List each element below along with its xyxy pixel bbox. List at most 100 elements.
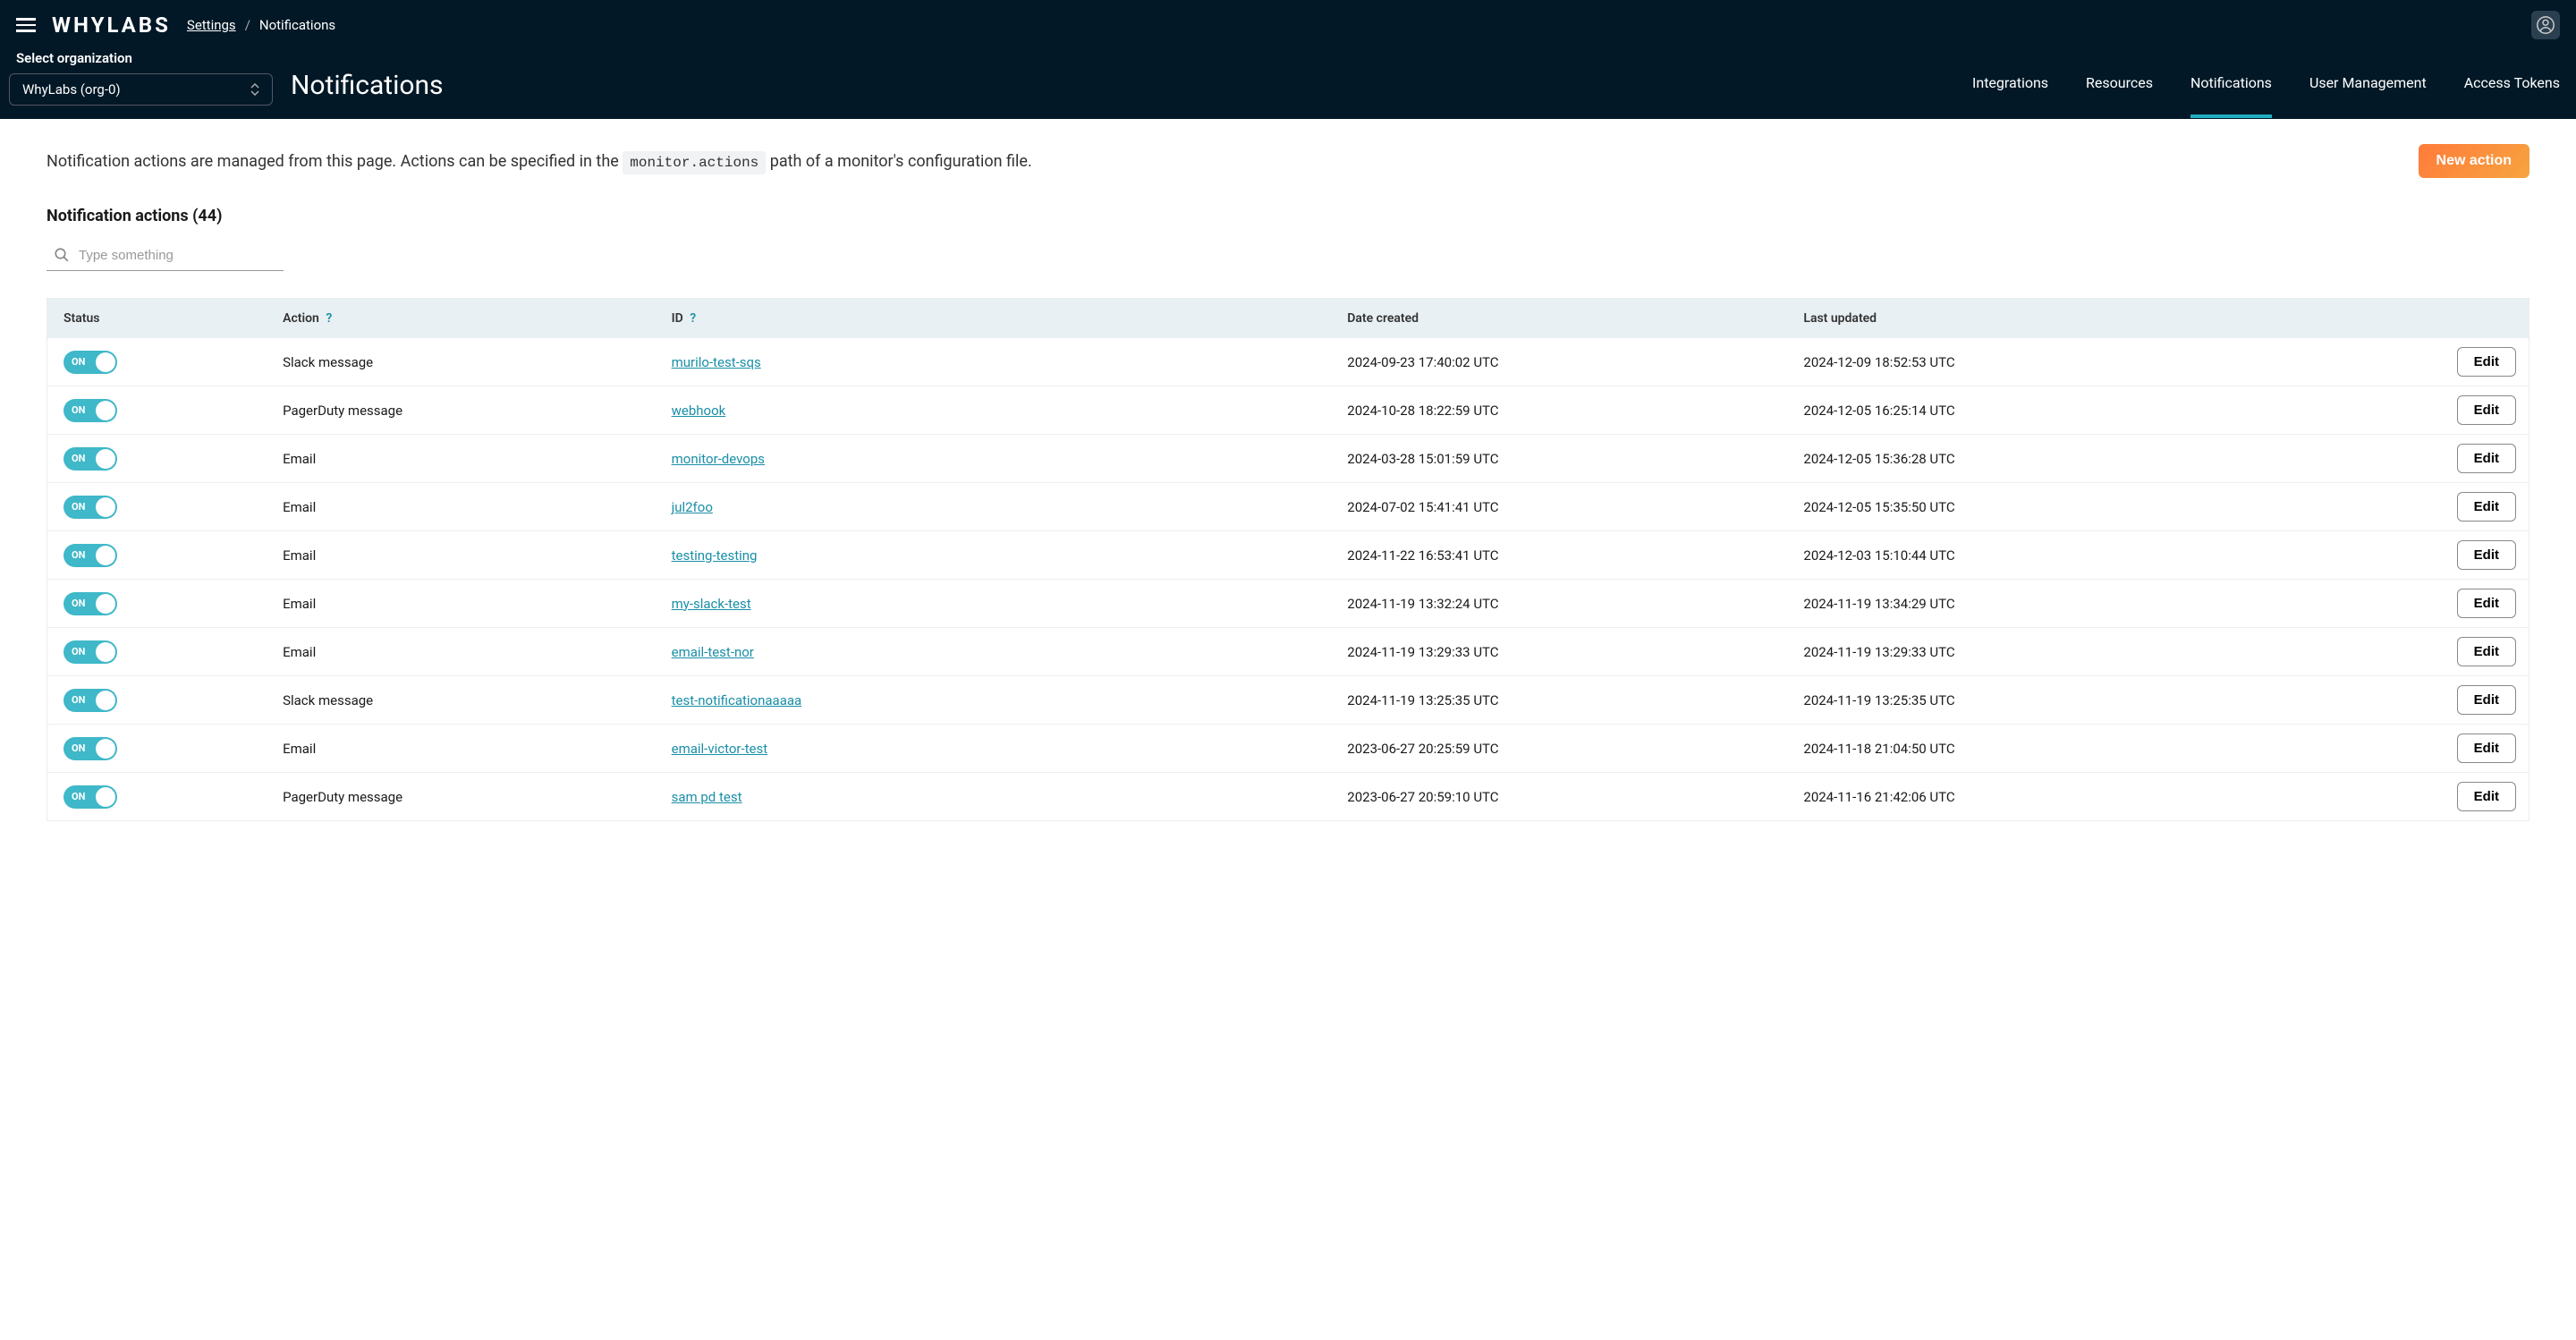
- edit-button[interactable]: Edit: [2457, 637, 2516, 666]
- id-link[interactable]: jul2foo: [672, 499, 713, 515]
- select-chevron-icon: [250, 83, 259, 96]
- nav-tabs: Integrations Resources Notifications Use…: [1972, 50, 2560, 119]
- id-link[interactable]: monitor-devops: [672, 451, 765, 467]
- edit-button[interactable]: Edit: [2457, 492, 2516, 522]
- id-link[interactable]: testing-testing: [672, 547, 758, 564]
- toggle-on-label: ON: [72, 404, 85, 416]
- id-link[interactable]: murilo-test-sqs: [672, 354, 761, 370]
- cell-created: 2024-11-19 13:25:35 UTC: [1331, 676, 1787, 725]
- cell-action: Email: [267, 435, 656, 483]
- col-id: ID ?: [656, 299, 1332, 339]
- search-icon: [54, 247, 70, 263]
- toggle-on-label: ON: [72, 356, 85, 368]
- edit-button[interactable]: Edit: [2457, 444, 2516, 473]
- cell-action: Email: [267, 725, 656, 773]
- new-action-button[interactable]: New action: [2419, 144, 2529, 178]
- status-toggle[interactable]: ON: [64, 592, 117, 615]
- status-toggle[interactable]: ON: [64, 640, 117, 664]
- org-select-label: Select organization: [9, 50, 273, 66]
- toggle-on-label: ON: [72, 742, 85, 754]
- id-link[interactable]: sam pd test: [672, 789, 742, 805]
- tab-access-tokens[interactable]: Access Tokens: [2464, 51, 2560, 118]
- cell-action: PagerDuty message: [267, 773, 656, 821]
- cell-action: Slack message: [267, 338, 656, 386]
- cell-action: PagerDuty message: [267, 386, 656, 435]
- status-toggle[interactable]: ON: [64, 447, 117, 471]
- toggle-on-label: ON: [72, 453, 85, 464]
- search-wrapper: [47, 242, 284, 271]
- table-row: ON PagerDuty message sam pd test 2023-06…: [47, 773, 2529, 821]
- cell-created: 2024-09-23 17:40:02 UTC: [1331, 338, 1787, 386]
- cell-created: 2024-07-02 15:41:41 UTC: [1331, 483, 1787, 531]
- status-toggle[interactable]: ON: [64, 399, 117, 422]
- table-row: ON PagerDuty message webhook 2024-10-28 …: [47, 386, 2529, 435]
- tab-integrations[interactable]: Integrations: [1972, 51, 2048, 118]
- toggle-on-label: ON: [72, 694, 85, 706]
- id-link[interactable]: email-test-nor: [672, 644, 754, 660]
- cell-updated: 2024-11-18 21:04:50 UTC: [1787, 725, 2361, 773]
- cell-updated: 2024-12-05 15:36:28 UTC: [1787, 435, 2361, 483]
- help-id-icon[interactable]: ?: [690, 311, 696, 326]
- toggle-on-label: ON: [72, 598, 85, 609]
- status-toggle[interactable]: ON: [64, 496, 117, 519]
- cell-action: Email: [267, 628, 656, 676]
- breadcrumb-current: Notifications: [259, 17, 335, 33]
- table-row: ON Email email-victor-test 2023-06-27 20…: [47, 725, 2529, 773]
- tab-notifications[interactable]: Notifications: [2190, 51, 2272, 118]
- tab-resources[interactable]: Resources: [2086, 51, 2153, 118]
- cell-action: Email: [267, 483, 656, 531]
- cell-updated: 2024-12-05 16:25:14 UTC: [1787, 386, 2361, 435]
- breadcrumb-separator: /: [245, 17, 250, 33]
- org-select-value: WhyLabs (org-0): [22, 81, 121, 98]
- cell-action: Email: [267, 531, 656, 580]
- id-link[interactable]: test-notificationaaaaa: [672, 692, 802, 708]
- status-toggle[interactable]: ON: [64, 737, 117, 760]
- status-toggle[interactable]: ON: [64, 785, 117, 809]
- col-last-updated: Last updated: [1787, 299, 2361, 339]
- edit-button[interactable]: Edit: [2457, 395, 2516, 425]
- cell-updated: 2024-11-16 21:42:06 UTC: [1787, 773, 2361, 821]
- toggle-on-label: ON: [72, 646, 85, 657]
- breadcrumb: Settings / Notifications: [187, 17, 335, 33]
- toggle-on-label: ON: [72, 791, 85, 802]
- cell-updated: 2024-12-03 15:10:44 UTC: [1787, 531, 2361, 580]
- code-path: monitor.actions: [623, 151, 766, 174]
- app-header: WHYLABS Settings / Notifications Select …: [0, 0, 2576, 119]
- table-row: ON Email my-slack-test 2024-11-19 13:32:…: [47, 580, 2529, 628]
- id-link[interactable]: email-victor-test: [672, 741, 768, 757]
- cell-updated: 2024-12-05 15:35:50 UTC: [1787, 483, 2361, 531]
- cell-action: Slack message: [267, 676, 656, 725]
- cell-action: Email: [267, 580, 656, 628]
- edit-button[interactable]: Edit: [2457, 782, 2516, 811]
- cell-created: 2024-11-22 16:53:41 UTC: [1331, 531, 1787, 580]
- help-action-icon[interactable]: ?: [326, 311, 332, 326]
- org-select[interactable]: WhyLabs (org-0): [9, 73, 273, 106]
- edit-button[interactable]: Edit: [2457, 589, 2516, 618]
- cell-created: 2024-11-19 13:29:33 UTC: [1331, 628, 1787, 676]
- hamburger-menu-icon[interactable]: [16, 18, 36, 32]
- id-link[interactable]: webhook: [672, 403, 726, 419]
- edit-button[interactable]: Edit: [2457, 540, 2516, 570]
- id-link[interactable]: my-slack-test: [672, 596, 751, 612]
- table-row: ON Email testing-testing 2024-11-22 16:5…: [47, 531, 2529, 580]
- profile-icon[interactable]: [2531, 11, 2560, 39]
- cell-created: 2024-10-28 18:22:59 UTC: [1331, 386, 1787, 435]
- status-toggle[interactable]: ON: [64, 689, 117, 712]
- col-status: Status: [47, 299, 267, 339]
- logo: WHYLABS: [52, 13, 171, 38]
- edit-button[interactable]: Edit: [2457, 734, 2516, 763]
- col-action: Action ?: [267, 299, 656, 339]
- status-toggle[interactable]: ON: [64, 544, 117, 567]
- table-row: ON Email email-test-nor 2024-11-19 13:29…: [47, 628, 2529, 676]
- page-title: Notifications: [291, 70, 444, 119]
- status-toggle[interactable]: ON: [64, 351, 117, 374]
- breadcrumb-settings[interactable]: Settings: [187, 17, 236, 33]
- section-title: Notification actions (44): [47, 207, 2529, 225]
- edit-button[interactable]: Edit: [2457, 685, 2516, 715]
- edit-button[interactable]: Edit: [2457, 347, 2516, 377]
- tab-user-management[interactable]: User Management: [2309, 51, 2427, 118]
- cell-created: 2023-06-27 20:59:10 UTC: [1331, 773, 1787, 821]
- search-input[interactable]: [79, 248, 280, 263]
- cell-created: 2024-11-19 13:32:24 UTC: [1331, 580, 1787, 628]
- cell-updated: 2024-11-19 13:34:29 UTC: [1787, 580, 2361, 628]
